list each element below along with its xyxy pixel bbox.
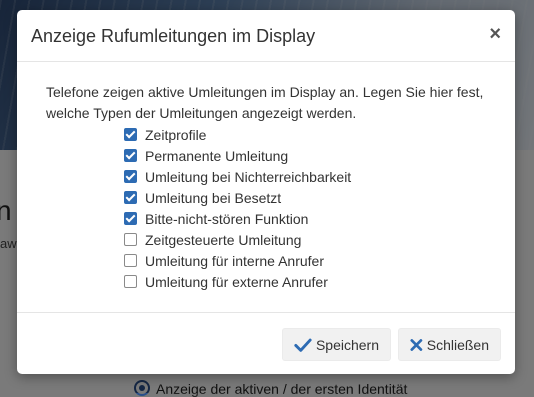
option-row[interactable]: Umleitung bei Nichterreichbarkeit	[124, 166, 351, 187]
close-icon[interactable]: ×	[489, 24, 501, 44]
checkbox-checked[interactable]	[124, 212, 137, 225]
checkbox-unchecked[interactable]	[124, 254, 137, 267]
x-icon	[410, 338, 423, 351]
modal-footer: Speichern Schließen	[17, 312, 515, 375]
option-label: Umleitung bei Besetzt	[145, 189, 282, 206]
option-row[interactable]: Zeitprofile	[124, 124, 351, 145]
option-row[interactable]: Zeitgesteuerte Umleitung	[124, 229, 351, 250]
checkbox-checked[interactable]	[124, 149, 137, 162]
close-button-label: Schließen	[426, 336, 489, 353]
checkbox-checked[interactable]	[124, 170, 137, 183]
forwarding-type-options: Zeitprofile Permanente Umleitung Umleitung…	[124, 124, 351, 292]
option-row[interactable]: Bitte-nicht-stören Funktion	[124, 208, 351, 229]
save-button-label: Speichern	[315, 336, 379, 353]
option-label: Umleitung für externe Anrufer	[145, 273, 328, 290]
close-button[interactable]: Schließen	[398, 328, 501, 361]
option-row[interactable]: Umleitung für interne Anrufer	[124, 250, 351, 271]
option-label: Permanente Umleitung	[145, 147, 289, 164]
option-label: Umleitung bei Nichterreichbarkeit	[145, 168, 352, 185]
option-label: Umleitung für interne Anrufer	[145, 252, 324, 269]
checkbox-unchecked[interactable]	[124, 233, 137, 246]
save-button[interactable]: Speichern	[282, 328, 391, 361]
option-row[interactable]: Umleitung für externe Anrufer	[124, 271, 351, 292]
checkbox-unchecked[interactable]	[124, 275, 137, 288]
modal-header: Anzeige Rufumleitungen im Display ×	[17, 10, 515, 62]
check-icon	[294, 338, 312, 352]
option-row[interactable]: Permanente Umleitung	[124, 145, 351, 166]
option-label: Zeitgesteuerte Umleitung	[145, 231, 302, 248]
forwarding-display-dialog: Anzeige Rufumleitungen im Display × Tele…	[17, 10, 515, 374]
modal-description: Telefone zeigen aktive Umleitungen im Di…	[46, 84, 484, 121]
option-label: Zeitprofile	[145, 126, 207, 143]
modal-body: Telefone zeigen aktive Umleitungen im Di…	[17, 62, 515, 290]
option-row[interactable]: Umleitung bei Besetzt	[124, 187, 351, 208]
modal-title: Anzeige Rufumleitungen im Display	[31, 26, 316, 46]
checkbox-checked[interactable]	[124, 191, 137, 204]
checkbox-checked[interactable]	[124, 128, 137, 141]
option-label: Bitte-nicht-stören Funktion	[145, 210, 309, 227]
